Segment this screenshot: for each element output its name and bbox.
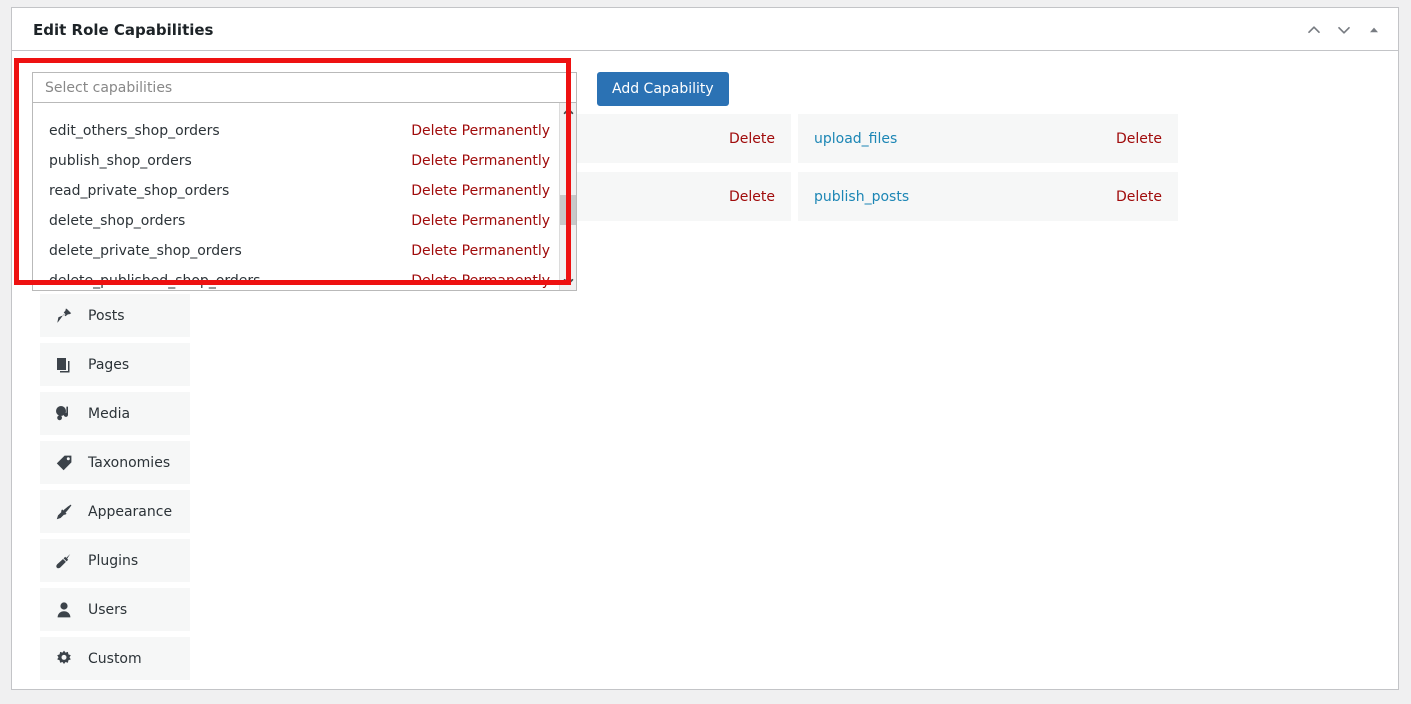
tag-icon: [54, 453, 80, 473]
edit-role-capabilities-panel: Edit Role Capabilities Add Capability De…: [11, 7, 1399, 690]
page-title: Edit Role Capabilities: [33, 21, 214, 39]
scroll-down-arrow-icon[interactable]: [560, 273, 576, 290]
capability-link[interactable]: publish_posts: [814, 189, 909, 205]
option-label: publish_shop_orders: [49, 153, 192, 169]
search-input[interactable]: Select capabilities: [32, 72, 577, 103]
delete-capability-link[interactable]: Delete: [729, 189, 775, 205]
sidebar-item-posts[interactable]: Posts: [40, 294, 190, 337]
list-item[interactable]: publish_shop_orders Delete Permanently: [33, 146, 558, 176]
list-item[interactable]: edit_others_shop_orders Delete Permanent…: [33, 116, 558, 146]
panel-header: Edit Role Capabilities: [12, 8, 1398, 51]
user-icon: [54, 600, 80, 620]
list-item[interactable]: delete_shop_orders Delete Permanently: [33, 206, 558, 236]
sidebar-item-label: Media: [88, 405, 131, 422]
dropdown-options: edit_others_shop_orders Delete Permanent…: [33, 103, 558, 290]
delete-capability-link[interactable]: Delete: [1116, 131, 1162, 147]
move-up-icon[interactable]: [1300, 18, 1328, 42]
option-label: delete_private_shop_orders: [49, 243, 242, 259]
capability-link[interactable]: upload_files: [814, 131, 897, 147]
sidebar-item-pages[interactable]: Pages: [40, 343, 190, 386]
option-label: delete_shop_orders: [49, 213, 186, 229]
sidebar-item-label: Posts: [88, 307, 125, 324]
sidebar-item-users[interactable]: Users: [40, 588, 190, 631]
sidebar-item-label: Pages: [88, 356, 130, 373]
capabilities-column-3: upload_files Delete publish_posts Delete: [798, 114, 1178, 279]
dropdown-scrollbar[interactable]: [559, 103, 576, 290]
option-delete-link[interactable]: Delete Permanently: [411, 183, 550, 199]
capability-select: Select capabilities edit_others_shop_ord…: [32, 72, 577, 291]
sidebar-item-label: Custom: [88, 650, 142, 667]
table-row[interactable]: publish_posts Delete: [798, 172, 1178, 221]
add-capability-button[interactable]: Add Capability: [597, 72, 729, 106]
delete-capability-link[interactable]: Delete: [1116, 189, 1162, 205]
sidebar-item-custom[interactable]: Custom: [40, 637, 190, 680]
select-placeholder: Select capabilities: [45, 79, 173, 96]
sidebar-item-label: Taxonomies: [88, 454, 171, 471]
delete-capability-link[interactable]: Delete: [729, 131, 775, 147]
gear-icon: [54, 649, 80, 669]
list-item-clipped[interactable]: [33, 103, 558, 116]
scrollbar-thumb[interactable]: [560, 195, 576, 225]
panel-header-controls: [1300, 18, 1388, 42]
toggle-panel-icon[interactable]: [1360, 18, 1388, 42]
paintbrush-icon: [54, 502, 80, 522]
sidebar-item-media[interactable]: Media: [40, 392, 190, 435]
move-down-icon[interactable]: [1330, 18, 1358, 42]
list-item[interactable]: delete_published_shop_orders Delete Perm…: [33, 266, 558, 290]
pin-icon: [54, 306, 80, 326]
list-item[interactable]: read_private_shop_orders Delete Permanen…: [33, 176, 558, 206]
capability-dropdown-list: edit_others_shop_orders Delete Permanent…: [32, 103, 577, 291]
sidebar-item-label: Users: [88, 601, 128, 618]
option-delete-link[interactable]: Delete Permanently: [411, 123, 550, 139]
option-delete-link[interactable]: Delete Permanently: [411, 213, 550, 229]
option-label: edit_others_shop_orders: [49, 123, 220, 139]
plug-icon: [54, 551, 80, 571]
capability-group-sidebar: Posts Pages Media Taxonomies Appearance: [40, 294, 190, 680]
scroll-up-arrow-icon[interactable]: [560, 103, 576, 120]
table-row[interactable]: upload_files Delete: [798, 114, 1178, 163]
option-delete-link[interactable]: Delete Permanently: [411, 273, 550, 289]
option-delete-link[interactable]: Delete Permanently: [411, 243, 550, 259]
option-label: read_private_shop_orders: [49, 183, 230, 199]
sidebar-item-label: Plugins: [88, 552, 139, 569]
option-delete-link[interactable]: Delete Permanently: [411, 153, 550, 169]
list-item[interactable]: delete_private_shop_orders Delete Perman…: [33, 236, 558, 266]
sidebar-item-label: Appearance: [88, 503, 173, 520]
sidebar-item-appearance[interactable]: Appearance: [40, 490, 190, 533]
option-label: delete_published_shop_orders: [49, 273, 261, 289]
pages-icon: [54, 355, 80, 375]
sidebar-item-plugins[interactable]: Plugins: [40, 539, 190, 582]
sidebar-item-taxonomies[interactable]: Taxonomies: [40, 441, 190, 484]
media-icon: [54, 404, 80, 424]
